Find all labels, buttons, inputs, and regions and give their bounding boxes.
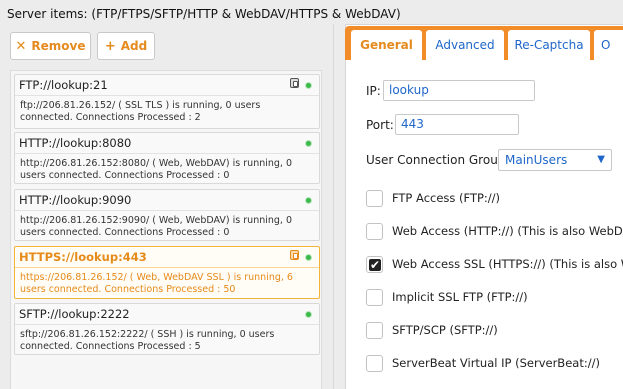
serverbeat-label: ServerBeat Virtual IP (ServerBeat://): [392, 356, 600, 370]
server-item-desc: http://206.81.26.152:8080/ ( Web, WebDAV…: [20, 158, 293, 181]
remove-button-label: Remove: [31, 39, 86, 53]
ip-input[interactable]: lookup: [383, 80, 535, 101]
server-item-title: HTTP://lookup:8080: [19, 136, 132, 150]
ip-label: IP:: [366, 84, 381, 98]
tab-advanced[interactable]: Advanced: [426, 30, 504, 60]
running-status-icon: [306, 255, 311, 260]
web-access-ssl-label: Web Access SSL (HTTPS://) (This is also …: [392, 257, 623, 271]
chevron-down-icon: ▼: [597, 154, 605, 165]
add-button[interactable]: + Add: [97, 32, 155, 60]
server-item-title: HTTP://lookup:9090: [19, 193, 132, 207]
sftp-scp-checkbox[interactable]: [366, 322, 383, 339]
server-item-desc: ftp://206.81.26.152/ ( SSL TLS ) is runn…: [20, 100, 261, 123]
server-item-title: FTP://lookup:21: [19, 78, 108, 92]
web-access-label: Web Access (HTTP://) (This is also WebDA…: [392, 224, 623, 238]
add-button-label: Add: [120, 39, 148, 53]
server-item-https-443[interactable]: HTTPS://lookup:443 https://206.81.26.152…: [14, 246, 320, 299]
server-item-title: HTTPS://lookup:443: [19, 250, 147, 264]
remove-icon: ✕: [15, 38, 27, 54]
page-title: Server items: (FTP/FTPS/SFTP/HTTP & WebD…: [7, 7, 401, 21]
server-item-ftp[interactable]: FTP://lookup:21 ftp://206.81.26.152/ ( S…: [14, 74, 320, 129]
running-status-icon: [306, 312, 311, 317]
user-connection-group-select[interactable]: MainUsers ▼: [498, 149, 612, 171]
remove-button[interactable]: ✕ Remove: [10, 32, 91, 60]
running-status-icon: [306, 141, 311, 146]
port-input[interactable]: 443: [395, 114, 519, 135]
group-select-value: MainUsers: [505, 153, 568, 167]
status-icon[interactable]: [290, 250, 299, 260]
port-label: Port:: [366, 118, 394, 132]
tab-general[interactable]: General: [351, 30, 422, 60]
server-list: FTP://lookup:21 ftp://206.81.26.152/ ( S…: [10, 70, 322, 389]
tab-bar: General Advanced Re-Captcha O: [345, 26, 623, 60]
running-status-icon: [306, 83, 311, 88]
server-item-http-9090[interactable]: HTTP://lookup:9090 http://206.81.26.152:…: [14, 189, 320, 241]
panel-divider[interactable]: [333, 24, 334, 389]
server-item-title: SFTP://lookup:2222: [19, 307, 130, 321]
add-icon: +: [104, 38, 116, 54]
server-item-desc: https://206.81.26.152/ ( Web, WebDAV SSL…: [20, 272, 293, 295]
user-connection-group-label: User Connection Group:: [366, 153, 510, 167]
ftp-access-checkbox[interactable]: [366, 190, 383, 207]
implicit-ssl-ftp-label: Implicit SSL FTP (FTP://): [392, 290, 528, 304]
tab-overflow[interactable]: O: [594, 30, 623, 60]
server-item-desc: http://206.81.26.152:9090/ ( Web, WebDAV…: [20, 215, 293, 238]
server-item-sftp[interactable]: SFTP://lookup:2222 sftp://206.81.26.152:…: [14, 303, 320, 355]
server-item-desc: sftp://206.81.26.152:2222/ ( SSH ) is ru…: [20, 329, 275, 352]
sftp-scp-label: SFTP/SCP (SFTP://): [392, 323, 498, 337]
tab-recaptcha[interactable]: Re-Captcha: [508, 30, 590, 60]
ftp-access-label: FTP Access (FTP://): [392, 191, 501, 205]
web-access-checkbox[interactable]: [366, 223, 383, 240]
status-icon[interactable]: [290, 78, 299, 88]
server-item-http-8080[interactable]: HTTP://lookup:8080 http://206.81.26.152:…: [14, 132, 320, 184]
serverbeat-checkbox[interactable]: [366, 355, 383, 372]
web-access-ssl-checkbox[interactable]: [366, 256, 383, 273]
running-status-icon: [306, 198, 311, 203]
implicit-ssl-ftp-checkbox[interactable]: [366, 289, 383, 306]
